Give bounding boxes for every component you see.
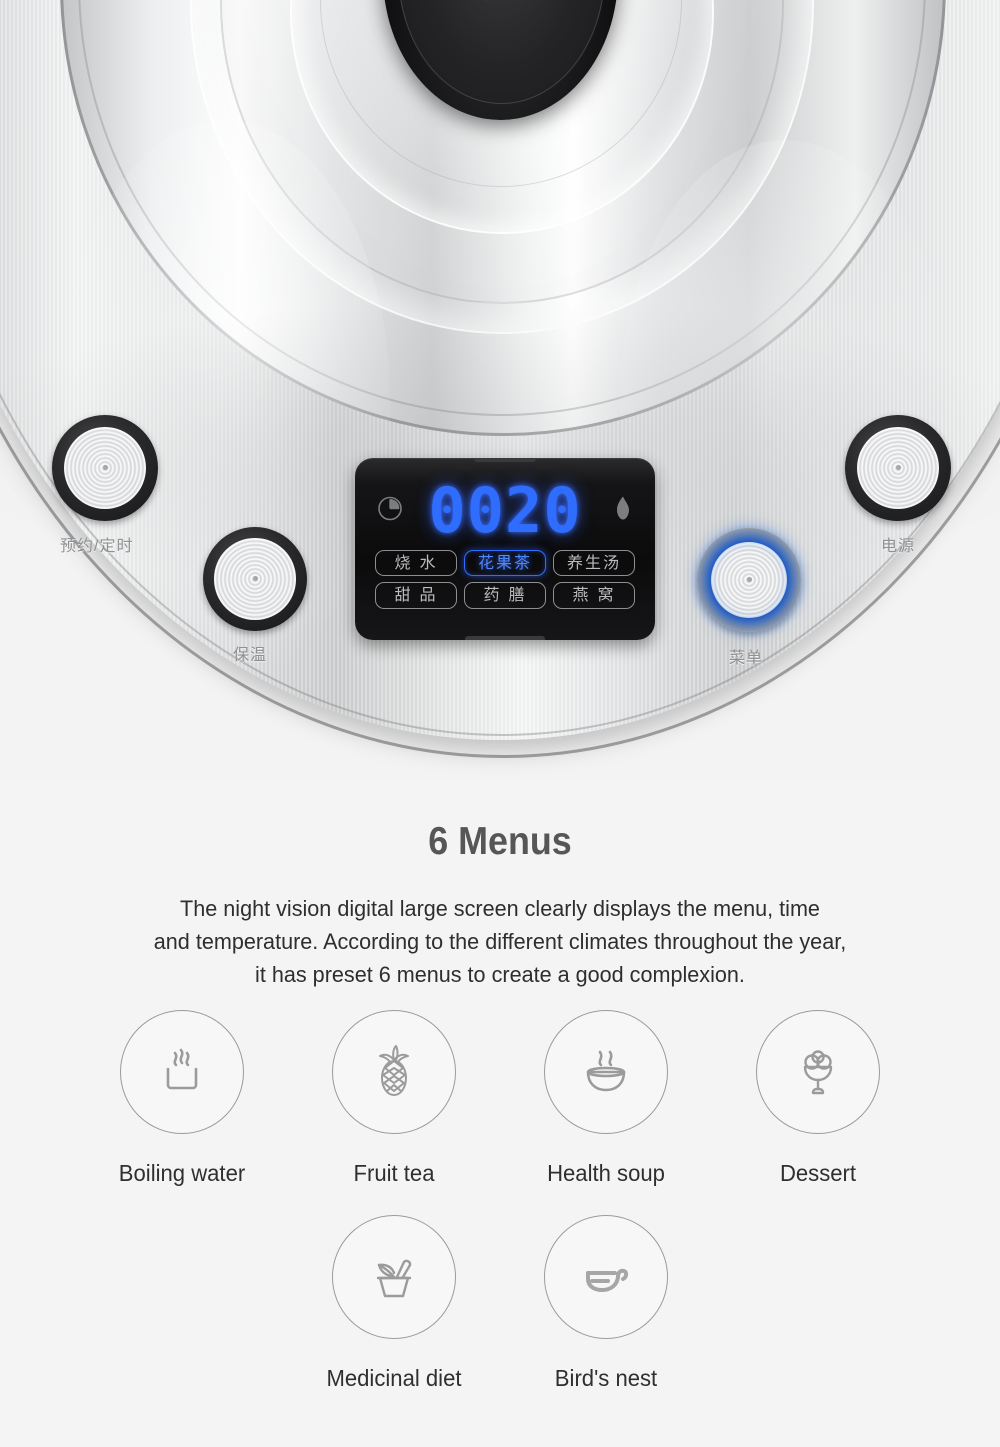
menu-button-label: 菜单: [729, 650, 764, 667]
feature-item-medicinal-diet: Medicinal diet: [288, 1215, 500, 1392]
round-push-button-icon: [710, 541, 788, 619]
timer-button[interactable]: [52, 415, 158, 521]
feature-icon-frame: [332, 1010, 456, 1134]
menu-button[interactable]: [697, 528, 801, 632]
round-push-button-icon: [214, 538, 296, 620]
feature-label: Dessert: [779, 1160, 857, 1186]
feature-icon-frame: [544, 1215, 668, 1339]
lcd-menu-grid: 烧 水 花果茶 养生汤 甜 品 药 膳 燕 窝: [355, 550, 655, 609]
description-line-1: The night vision digital large screen cl…: [180, 896, 820, 921]
birds-nest-icon: [586, 1268, 629, 1292]
power-button[interactable]: [845, 415, 951, 521]
lcd-menu-chip-fruit-tea[interactable]: 花果茶: [464, 550, 546, 577]
feature-item-birds-nest: Bird's nest: [500, 1215, 712, 1392]
feature-icon-frame: [120, 1010, 244, 1134]
copy-block: 6 Menus The night vision digital large s…: [0, 820, 1000, 991]
page-title: 6 Menus: [428, 820, 572, 863]
keep-warm-button-label: 保温: [233, 647, 268, 664]
feature-item-health-soup: Health soup: [500, 1010, 712, 1187]
product-photo: 预约/定时 保温 菜单 电源 0020 烧 水 花果茶 养生汤 甜 品 药 膳 …: [0, 0, 1000, 780]
feature-icon-frame: [544, 1010, 668, 1134]
lcd-menu-row-2: 甜 品 药 膳 燕 窝: [375, 582, 635, 609]
feature-item-fruit-tea: Fruit tea: [288, 1010, 500, 1187]
feature-label: Medicinal diet: [326, 1365, 462, 1391]
section-description: The night vision digital large screen cl…: [116, 892, 884, 991]
mortar-pestle-icon: [376, 1259, 412, 1298]
feature-icon-frame: [756, 1010, 880, 1134]
lcd-menu-chip-dessert[interactable]: 甜 品: [375, 582, 457, 609]
steaming-cup-icon: [166, 1048, 198, 1090]
description-line-2: and temperature. According to the differ…: [153, 929, 847, 954]
feature-item-dessert: Dessert: [712, 1010, 924, 1187]
feature-icon-frame: [332, 1215, 456, 1339]
soup-bowl-icon: [586, 1050, 626, 1092]
round-push-button-icon: [63, 426, 147, 510]
pineapple-icon: [379, 1045, 409, 1096]
lcd-menu-chip-medicinal-diet[interactable]: 药 膳: [464, 582, 546, 609]
timer-button-label: 预约/定时: [60, 538, 134, 555]
round-push-button-icon: [856, 426, 940, 510]
feature-item-boiling-water: Boiling water: [76, 1010, 288, 1187]
lcd-top-row: 0020: [355, 478, 655, 544]
flame-icon: [613, 496, 633, 527]
power-button-label: 电源: [881, 538, 916, 555]
lcd-menu-chip-boiling-water[interactable]: 烧 水: [375, 550, 457, 577]
feature-label: Boiling water: [118, 1160, 246, 1186]
feature-grid: Boiling water Fruit tea Health soup Dess…: [0, 1010, 1000, 1420]
feature-label: Fruit tea: [353, 1160, 435, 1186]
dessert-goblet-icon: [803, 1050, 833, 1095]
lcd-digits: 0020: [428, 474, 582, 547]
lcd-display-panel[interactable]: 0020 烧 水 花果茶 养生汤 甜 品 药 膳 燕 窝: [355, 458, 655, 640]
lcd-menu-chip-birds-nest[interactable]: 燕 窝: [553, 582, 635, 609]
feature-label: Health soup: [547, 1160, 665, 1186]
lcd-menu-chip-health-soup[interactable]: 养生汤: [553, 550, 635, 577]
clock-icon: [377, 496, 403, 527]
keep-warm-button[interactable]: [203, 527, 307, 631]
description-line-3: it has preset 6 menus to create a good c…: [255, 962, 745, 987]
lcd-menu-row-1: 烧 水 花果茶 养生汤: [375, 550, 635, 577]
feature-label: Bird's nest: [554, 1365, 658, 1391]
